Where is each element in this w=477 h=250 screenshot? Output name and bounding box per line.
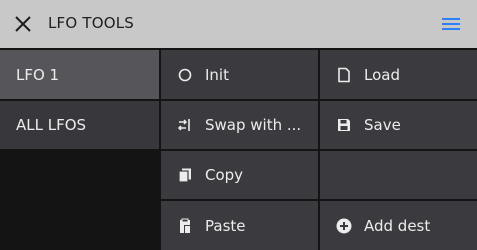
file-icon <box>336 67 352 83</box>
circle-icon <box>177 67 193 83</box>
save-label: Save <box>364 116 401 134</box>
empty-grid-cell <box>320 151 477 199</box>
paste-button[interactable]: Paste <box>161 201 318 250</box>
window-title: LFO TOOLS <box>48 14 135 32</box>
sidebar-item-all-lfos[interactable]: ALL LFOS <box>0 101 159 149</box>
save-button[interactable]: Save <box>320 101 477 149</box>
swap-with-button[interactable]: Swap with ... <box>161 101 318 149</box>
plus-circle-icon <box>336 218 352 234</box>
add-dest-button[interactable]: Add dest <box>320 201 477 250</box>
sidebar-item-label: ALL LFOS <box>16 116 87 134</box>
init-label: Init <box>205 65 229 84</box>
add-dest-label: Add dest <box>364 216 431 235</box>
sidebar-item-label: LFO 1 <box>16 65 60 84</box>
close-button[interactable] <box>12 13 34 35</box>
load-label: Load <box>364 65 400 84</box>
title-bar: LFO TOOLS <box>0 0 477 48</box>
sidebar-item-lfo-1[interactable]: LFO 1 <box>0 50 159 99</box>
copy-label: Copy <box>205 166 244 184</box>
menu-button[interactable] <box>440 15 462 33</box>
clipboard-icon <box>177 218 193 234</box>
swap-icon <box>177 117 193 133</box>
copy-icon <box>177 167 193 183</box>
swap-with-label: Swap with ... <box>205 116 302 134</box>
close-icon <box>15 16 31 32</box>
init-button[interactable]: Init <box>161 50 318 99</box>
floppy-disk-icon <box>336 117 352 133</box>
copy-button[interactable]: Copy <box>161 151 318 199</box>
hamburger-menu-icon <box>442 18 460 30</box>
paste-label: Paste <box>205 216 246 235</box>
load-button[interactable]: Load <box>320 50 477 99</box>
